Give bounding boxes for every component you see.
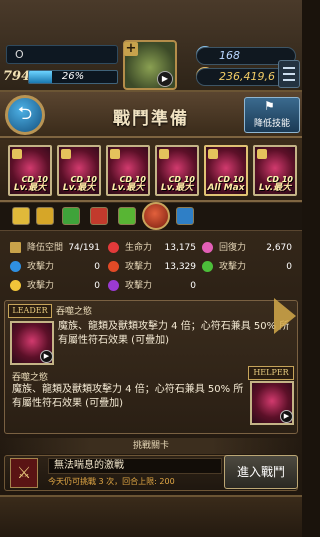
player-level: 794 — [3, 69, 31, 84]
team-space-icon — [10, 242, 21, 253]
player-name: O — [6, 45, 118, 64]
play-icon[interactable]: ▶ — [280, 410, 293, 423]
stat-light-atk: 攻擊力 0 — [10, 278, 100, 294]
attribute-icon — [159, 149, 169, 159]
attribute-icon — [257, 149, 267, 159]
water-rune-icon — [176, 207, 194, 225]
challenge-title: 挑戰關卡 — [0, 438, 302, 454]
emblem-icon[interactable] — [142, 202, 170, 230]
challenge-note: 今天仍可挑戰 3 次，回合上限: 200 — [48, 477, 175, 486]
team-card[interactable]: CD 10 Lv.最大 — [155, 145, 199, 196]
team-card[interactable]: CD 10 Lv.最大 — [57, 145, 101, 196]
light-icon — [10, 280, 21, 291]
team-card[interactable]: CD 10 Lv.最大 — [253, 145, 297, 196]
attribute-icon — [110, 149, 120, 159]
back-arrow-icon: ⮌ — [17, 103, 33, 124]
play-icon[interactable]: ▶ — [40, 350, 53, 363]
leader-skill-name: 吞噬之慾 — [56, 307, 93, 317]
play-icon[interactable]: ▶ — [157, 71, 173, 87]
fire-rune-icon — [90, 207, 108, 225]
helper-skill-name: 吞噬之慾 — [12, 373, 49, 383]
wood-rune-icon — [118, 207, 136, 225]
card-level: Lv.最大 — [62, 183, 96, 193]
attribute-icon — [208, 149, 218, 159]
card-level: Lv.最大 — [160, 183, 194, 193]
card-level: All Max — [207, 183, 245, 193]
fire-icon — [108, 261, 119, 272]
stat-hp: 生命力 13,175 — [108, 240, 196, 256]
chevron-right-icon[interactable] — [274, 298, 296, 334]
wood-icon — [202, 261, 213, 272]
team-card[interactable]: CD 10 Lv.最大 — [8, 145, 52, 196]
team-card[interactable]: CD 10 All Max — [204, 145, 248, 196]
hp-icon — [108, 242, 119, 253]
exp-percent: 26% — [61, 71, 85, 82]
plus-icon[interactable]: + — [124, 42, 138, 56]
light-rune-icon — [36, 207, 54, 225]
footer-frame — [0, 495, 302, 537]
menu-button[interactable] — [278, 60, 300, 88]
stat-recover: 回復力 2,670 — [202, 240, 292, 256]
card-level: Lv.最大 — [258, 183, 292, 193]
crossed-swords-icon: ⚔ — [10, 458, 38, 488]
helper-skill-desc: 魔族、龍類及獸類攻擊力 4 倍；心符石兼具 50% 所有屬性符石效果 (可疊加) — [12, 384, 244, 409]
stat-space: 降伍空間 74/191 — [10, 240, 100, 256]
attribute-icon — [12, 149, 22, 159]
flag-icon: ⚑ — [264, 99, 275, 113]
card-level: Lv.最大 — [111, 183, 145, 193]
team-card[interactable]: CD 10 Lv.最大 — [106, 145, 150, 196]
back-button[interactable]: ⮌ — [5, 95, 45, 135]
page-title: 戰鬥準備 — [113, 109, 189, 129]
water-icon — [10, 261, 21, 272]
leader-tag: LEADER — [8, 304, 52, 318]
wood-rune-icon — [62, 207, 80, 225]
dark-icon — [108, 280, 119, 291]
stat-water-atk: 攻擊力 0 — [10, 259, 100, 275]
helper-tag: HELPER — [248, 366, 294, 380]
enter-battle-button[interactable]: 進入戰鬥 — [224, 455, 298, 489]
heart-icon — [202, 242, 213, 253]
team-stats: 降伍空間 74/191 生命力 13,175 回復力 2,670 攻擊力 0 攻… — [0, 234, 302, 294]
challenge-stage-name[interactable]: 無法喘息的激戰 — [48, 458, 222, 474]
attribute-icon — [61, 149, 71, 159]
light-rune-icon — [12, 207, 30, 225]
stat-fire-atk: 攻擊力 13,329 — [108, 259, 196, 275]
lower-skill-label: 降低技能 — [253, 119, 290, 129]
stat-wood-atk: 攻擊力 0 — [202, 259, 292, 275]
card-level: Lv.最大 — [13, 183, 47, 193]
stat-dark-atk: 攻擊力 0 — [108, 278, 196, 294]
leader-skill-desc: 魔族、龍類及獸類攻擊力 4 倍；心符石兼具 50% 所有屬性符石效果 (可疊加) — [58, 321, 290, 346]
